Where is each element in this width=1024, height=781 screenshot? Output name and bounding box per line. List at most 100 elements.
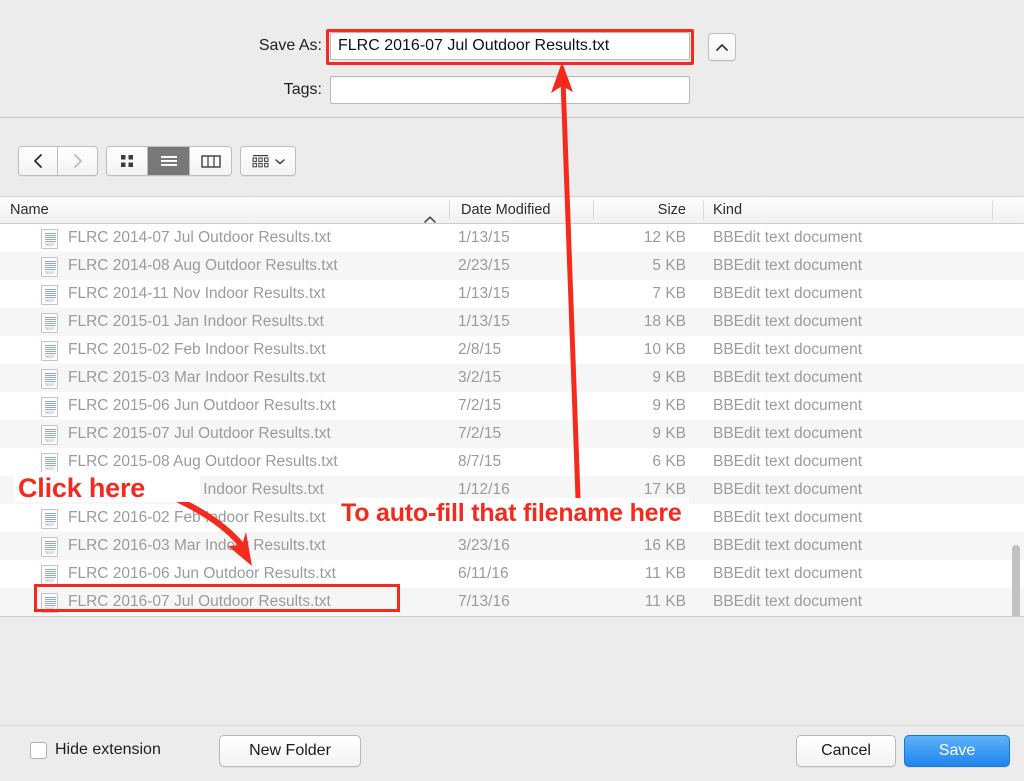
file-list[interactable]: FLRC 2014-07 Jul Outdoor Results.txt 1/13… xyxy=(0,224,1024,616)
file-kind-cell: BBEdit text document xyxy=(713,285,863,302)
file-row[interactable]: FLRC 2015-03 Mar Indoor Results.txt 3/2/1… xyxy=(0,364,1024,392)
file-size-cell: 11 KB xyxy=(644,565,686,582)
file-kind-cell: BBEdit text document xyxy=(713,425,863,442)
text-document-icon xyxy=(41,229,58,249)
file-kind-cell: BBEdit text document xyxy=(713,397,863,414)
tags-label: Tags: xyxy=(283,81,322,98)
file-row[interactable]: FLRC 2014-08 Aug Outdoor Results.txt 2/23… xyxy=(0,252,1024,280)
file-kind-cell: BBEdit text document xyxy=(713,593,863,610)
column-view-icon xyxy=(200,155,221,168)
text-document-icon xyxy=(41,285,58,305)
file-row[interactable]: FLRC 2015-02 Feb Indoor Results.txt 2/8/1… xyxy=(0,336,1024,364)
file-date-cell: 1/13/15 xyxy=(458,313,510,330)
save-as-row: Save As: FLRC 2016-07 Jul Outdoor Result… xyxy=(240,32,690,60)
file-row[interactable]: FLRC 2016-07 Jul Outdoor Results.txt 7/13… xyxy=(0,588,1024,616)
file-name-cell: FLRC 2015-06 Jun Outdoor Results.txt xyxy=(68,397,336,414)
file-name-cell: FLRC 2015-03 Mar Indoor Results.txt xyxy=(68,369,326,386)
file-name-cell: FLRC 2016-07 Jul Outdoor Results.txt xyxy=(68,593,331,610)
file-date-cell: 3/2/15 xyxy=(458,369,502,386)
cancel-button[interactable]: Cancel xyxy=(796,735,896,767)
file-kind-cell: BBEdit text document xyxy=(713,229,863,246)
file-date-cell: 1/13/15 xyxy=(458,285,510,302)
file-date-cell: 3/23/16 xyxy=(458,537,510,554)
file-name-cell: FLRC 2014-08 Aug Outdoor Results.txt xyxy=(68,257,338,274)
text-document-icon xyxy=(41,257,58,277)
file-kind-cell: BBEdit text document xyxy=(713,481,863,498)
file-size-cell: 6 KB xyxy=(652,453,686,470)
file-name-cell: FLRC 2016-03 Mar Indoor Results.txt xyxy=(68,537,326,554)
file-kind-cell: BBEdit text document xyxy=(713,313,863,330)
file-name-cell: FLRC 2015-02 Feb Indoor Results.txt xyxy=(68,341,326,358)
chevron-down-icon xyxy=(275,158,285,164)
forward-button[interactable] xyxy=(58,146,98,176)
list-view-icon xyxy=(160,156,177,166)
file-row[interactable]: FLRC 2015-07 Jul Outdoor Results.txt 7/2/… xyxy=(0,420,1024,448)
arrange-by-button[interactable] xyxy=(240,146,296,176)
save-as-label: Save As: xyxy=(258,37,322,54)
file-size-cell: 10 KB xyxy=(643,341,686,358)
file-kind-cell: BBEdit text document xyxy=(713,565,863,582)
file-row[interactable]: FLRC 2016-03 Mar Indoor Results.txt 3/23/… xyxy=(0,532,1024,560)
text-document-icon xyxy=(41,537,58,557)
file-date-cell: 7/2/15 xyxy=(458,397,502,414)
column-header-size[interactable]: Size xyxy=(600,197,686,224)
file-list-scrollbar[interactable] xyxy=(1012,225,1022,781)
click-here-annotation: Click here xyxy=(18,473,146,503)
navigation-buttons xyxy=(18,146,98,176)
new-folder-button[interactable]: New Folder xyxy=(219,735,361,767)
file-kind-cell: BBEdit text document xyxy=(713,537,863,554)
file-kind-cell: BBEdit text document xyxy=(713,453,863,470)
file-name-cell: FLRC 2015-01 Jan Indoor Results.txt xyxy=(68,313,324,330)
save-button[interactable]: Save xyxy=(904,735,1010,767)
file-size-cell: 17 KB xyxy=(643,481,686,498)
file-size-cell: 12 KB xyxy=(643,229,686,246)
hide-extension-checkbox[interactable] xyxy=(30,741,47,759)
tags-row: Tags: xyxy=(240,76,690,104)
text-document-icon xyxy=(41,397,58,417)
accessory-panel: Plain Text Encoding: Western (Mac OS Rom… xyxy=(0,617,1024,725)
file-date-cell: 7/2/15 xyxy=(458,425,502,442)
arrange-by-icon xyxy=(252,155,269,168)
file-row[interactable]: FLRC 2016-06 Jun Outdoor Results.txt 6/11… xyxy=(0,560,1024,588)
save-as-input[interactable]: FLRC 2016-07 Jul Outdoor Results.txt xyxy=(330,32,690,60)
text-document-icon xyxy=(41,341,58,361)
text-document-icon xyxy=(41,509,58,529)
file-row[interactable]: FLRC 2015-06 Jun Outdoor Results.txt 7/2/… xyxy=(0,392,1024,420)
file-row[interactable]: FLRC 2015-01 Jan Indoor Results.txt 1/13/… xyxy=(0,308,1024,336)
file-size-cell: 16 KB xyxy=(643,537,686,554)
grid-view-icon xyxy=(121,155,133,167)
column-header-kind[interactable]: Kind xyxy=(713,197,742,224)
text-document-icon xyxy=(41,313,58,333)
file-list-column-header: Name Date Modified Size Kind xyxy=(0,196,1024,224)
chevron-left-icon xyxy=(33,154,42,168)
hide-extension-label: Hide extension xyxy=(55,741,161,758)
file-date-cell: 1/13/15 xyxy=(458,229,510,246)
column-header-name[interactable]: Name xyxy=(10,197,49,224)
file-size-cell: 9 KB xyxy=(652,425,686,442)
save-dialog: Save As: FLRC 2016-07 Jul Outdoor Result… xyxy=(0,0,1024,781)
file-date-cell: 2/8/15 xyxy=(458,341,502,358)
file-kind-cell: BBEdit text document xyxy=(713,369,863,386)
icon-view-button[interactable] xyxy=(106,146,148,176)
file-size-cell: 18 KB xyxy=(643,313,686,330)
file-row[interactable]: FLRC 2014-11 Nov Indoor Results.txt 1/13/… xyxy=(0,280,1024,308)
save-dialog-header: Save As: FLRC 2016-07 Jul Outdoor Result… xyxy=(0,0,1024,118)
text-document-icon xyxy=(41,369,58,389)
autofill-annotation: To auto-fill that filename here xyxy=(341,499,682,527)
file-date-cell: 7/13/16 xyxy=(458,593,510,610)
text-document-icon xyxy=(41,593,58,613)
file-kind-cell: BBEdit text document xyxy=(713,509,863,526)
hide-extension-row[interactable]: Hide extension xyxy=(30,741,161,759)
list-view-button[interactable] xyxy=(148,146,190,176)
tags-input[interactable] xyxy=(330,76,690,104)
back-button[interactable] xyxy=(18,146,58,176)
column-view-button[interactable] xyxy=(190,146,232,176)
file-size-cell: 9 KB xyxy=(652,369,686,386)
file-size-cell: 9 KB xyxy=(652,397,686,414)
file-row[interactable]: FLRC 2014-07 Jul Outdoor Results.txt 1/13… xyxy=(0,224,1024,252)
expand-collapse-button[interactable] xyxy=(708,33,736,61)
column-header-date-modified[interactable]: Date Modified xyxy=(461,197,550,224)
file-kind-cell: BBEdit text document xyxy=(713,257,863,274)
file-name-cell: FLRC 2016-06 Jun Outdoor Results.txt xyxy=(68,565,336,582)
text-document-icon xyxy=(41,565,58,585)
